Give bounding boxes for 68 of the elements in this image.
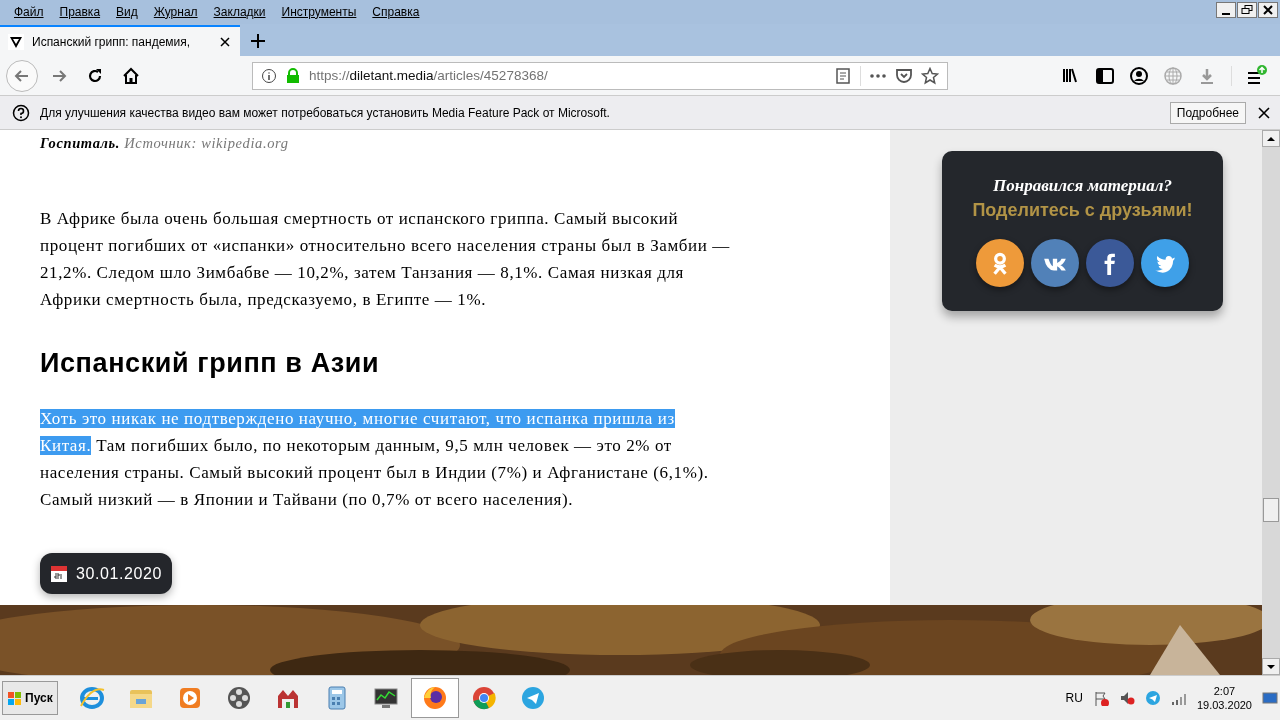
account-icon[interactable]: [1129, 65, 1149, 86]
share-ok-button[interactable]: [976, 239, 1024, 287]
telegram-tray-icon[interactable]: [1144, 690, 1161, 706]
info-icon[interactable]: [261, 67, 277, 84]
calendar-icon: [50, 564, 68, 583]
reader-view-icon[interactable]: [834, 66, 852, 85]
task-manager-icon: [374, 688, 398, 708]
new-tab-icon[interactable]: [250, 32, 266, 49]
share-subtitle: Поделитесь с друзьями!: [972, 200, 1193, 221]
scroll-down-icon[interactable]: [1267, 663, 1275, 670]
windows-logo-icon: [7, 690, 23, 706]
close-icon[interactable]: [218, 34, 232, 49]
firefox-icon: [423, 687, 446, 709]
bookmark-star-icon[interactable]: [921, 66, 939, 85]
clock-date[interactable]: 19.03.2020: [1196, 698, 1252, 712]
share-vk-button[interactable]: [1031, 239, 1079, 287]
telegram-icon: [521, 687, 544, 709]
share-fb-button[interactable]: [1086, 239, 1134, 287]
pocket-icon[interactable]: [895, 66, 913, 85]
site-logo-icon[interactable]: [8, 33, 24, 50]
menu-item[interactable]: Журнал: [145, 5, 206, 19]
menu-item[interactable]: Закладки: [205, 5, 274, 19]
share-tw-button[interactable]: [1141, 239, 1189, 287]
article-paragraph: Хоть это никак не подтверждено научно, многие считают, что испанка пришла из Китая. Там погибших было, по некоторым данным, 9,5 млн человек — это 2% от населения страны. Самый высокий процент был в Индии (7%) и Афганистане (6,1%). Самый низкий — в Японии и Тайвани (по 0,7% от всего населения).: [40, 408, 710, 511]
show-desktop-icon[interactable]: [1262, 690, 1278, 706]
tab-title: Испанский грипп: пандемия,: [32, 34, 192, 49]
restore-icon: [1241, 5, 1253, 15]
chrome-icon: [472, 687, 496, 710]
castle-icon: [277, 690, 298, 708]
article-paragraph: В Африке была очень большая смертность от испанского гриппа. Самый высокий процент погибших от «испанки» относительно всего населения страны был в Замбии — 21,2%. Следом шло Зимбабве — 10,2%, затем Танзания — 8,1%. Самая низкая для Африки смертность была, предсказуемо, в Египте — 1%.: [40, 208, 731, 311]
image-caption: Госпиталь. Источник: wikipedia.org: [40, 134, 290, 153]
minimize-button[interactable]: [1216, 2, 1236, 18]
close-button[interactable]: [1258, 2, 1278, 18]
language-indicator[interactable]: RU: [1065, 691, 1083, 705]
details-button[interactable]: Подробнее: [1169, 101, 1246, 124]
share-title: Понравился материал?: [993, 176, 1172, 196]
start-button[interactable]: Пуск: [2, 681, 58, 715]
menu-item[interactable]: Справка: [364, 5, 428, 19]
calculator-icon: [328, 686, 346, 710]
menu-item[interactable]: Вид: [108, 5, 146, 19]
address-bar[interactable]: https://diletant.media/articles/45278368/: [252, 61, 948, 90]
flag-icon[interactable]: [1092, 690, 1109, 706]
restore-button[interactable]: [1237, 2, 1257, 18]
menu-item[interactable]: Инструменты: [273, 5, 365, 19]
close-icon: [1263, 5, 1273, 15]
help-icon[interactable]: [12, 103, 30, 122]
section-heading: Испанский грипп в Азии: [40, 347, 381, 380]
speaker-muted-icon[interactable]: [1118, 690, 1135, 706]
scrollbar[interactable]: [1262, 130, 1280, 675]
scroll-up-icon[interactable]: [1267, 135, 1275, 142]
browser-tab[interactable]: Испанский грипп: пандемия,: [0, 25, 240, 56]
lock-icon[interactable]: [285, 67, 301, 84]
menu-item[interactable]: Файл: [6, 5, 52, 19]
menu-update-icon[interactable]: [1246, 64, 1268, 87]
film-reel-icon: [227, 687, 250, 709]
date-badge: 30.01.2020: [40, 553, 173, 594]
clock-time[interactable]: 2:07: [1213, 684, 1236, 698]
scroll-thumb[interactable]: [1263, 498, 1279, 522]
menu-item[interactable]: Правка: [51, 5, 109, 19]
sidebar-icon[interactable]: [1095, 65, 1115, 86]
folder-icon: [129, 690, 152, 708]
notification-text: Для улучшения качества видео вам может потребоваться установить Media Feature Pack от Microsoft.: [40, 105, 611, 120]
taskbar-app-button[interactable]: [410, 678, 459, 718]
home-icon[interactable]: [121, 65, 141, 86]
minimize-icon: [1222, 13, 1230, 15]
media-player-icon: [179, 688, 200, 708]
internet-explorer-icon: [79, 687, 105, 709]
close-icon[interactable]: [1256, 104, 1272, 121]
